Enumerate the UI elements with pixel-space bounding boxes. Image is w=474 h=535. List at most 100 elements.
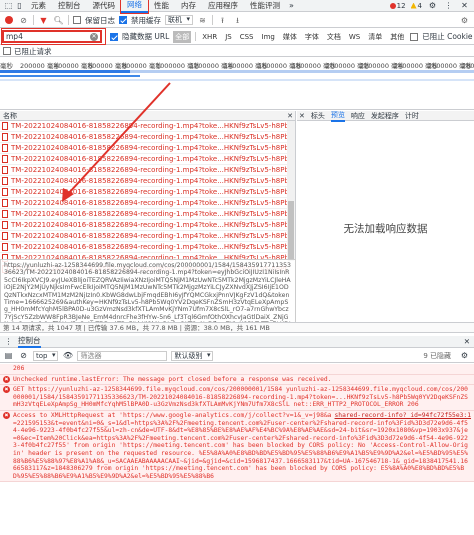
request-name: TM-20221024084016-81858226894-recording-… xyxy=(11,243,295,251)
request-row[interactable]: TM-20221024084016-81858226894-recording-… xyxy=(0,165,295,176)
tab-timing[interactable]: 计时 xyxy=(405,111,419,121)
throttling-select[interactable]: 联机 xyxy=(165,15,193,25)
network-status-bar: 第 14 项请求，共 1047 项 | 已传输 37.6 MB，共 77.8 M… xyxy=(0,322,474,333)
chip-doc[interactable]: 文档 xyxy=(325,31,343,43)
name-column-header[interactable]: 名称 xyxy=(3,111,17,120)
device-toolbar-icon[interactable]: ▯ xyxy=(14,0,25,11)
message-text: Unchecked runtime.lastError: The message… xyxy=(13,375,332,383)
file-icon xyxy=(2,232,8,240)
chip-img[interactable]: Img xyxy=(260,32,277,42)
console-filter-input[interactable]: 筛选器 xyxy=(77,350,168,361)
warning-count-badge[interactable]: 4 xyxy=(410,2,422,10)
more-tabs-icon[interactable]: » xyxy=(286,0,297,11)
request-rows: TM-20221024084016-81858226894-recording-… xyxy=(0,121,295,275)
timeline-tick-label: 毫秒 xyxy=(0,62,13,70)
request-row[interactable]: TM-20221024084016-81858226894-recording-… xyxy=(0,154,295,165)
invert-checkbox[interactable] xyxy=(110,32,118,41)
wifi-icon[interactable]: ≋ xyxy=(197,15,208,26)
context-select[interactable]: top xyxy=(33,350,59,361)
request-row[interactable]: TM-20221024084016-81858226894-recording-… xyxy=(0,121,295,132)
chip-all[interactable]: 全部 xyxy=(173,30,192,43)
clear-console-icon[interactable]: ⊘ xyxy=(18,350,29,361)
settings-gear-icon[interactable]: ⚙ xyxy=(427,0,438,11)
timeline-bar xyxy=(0,79,474,81)
clear-filter-icon[interactable]: ✕ xyxy=(90,32,98,41)
chip-manifest[interactable]: 清单 xyxy=(366,31,384,43)
tab-memory[interactable]: 内存 xyxy=(175,0,202,12)
tab-response[interactable]: 响应 xyxy=(351,111,365,121)
tab-console[interactable]: 控制台 xyxy=(52,0,87,12)
message-text: Access to XMLHttpRequest at 'https://www… xyxy=(13,411,468,480)
request-row[interactable]: TM-20221024084016-81858226894-recording-… xyxy=(0,176,295,187)
preserve-log-checkbox[interactable] xyxy=(73,16,81,24)
tab-preview[interactable]: 预览 xyxy=(330,110,345,122)
disable-cache-checkbox[interactable] xyxy=(119,16,127,24)
tab-headers[interactable]: 标头 xyxy=(311,111,325,121)
record-icon[interactable] xyxy=(3,15,14,26)
request-row[interactable]: TM-20221024084016-81858226894-recording-… xyxy=(0,231,295,242)
request-list-header: 名称 ✕ xyxy=(0,111,295,121)
tab-network[interactable]: 网络 xyxy=(120,0,149,14)
inspect-element-icon[interactable]: ⬚ xyxy=(3,0,14,11)
request-row[interactable]: TM-20221024084016-81858226894-recording-… xyxy=(0,143,295,154)
chip-media[interactable]: 媒体 xyxy=(281,31,299,43)
error-icon xyxy=(389,2,396,9)
warning-icon xyxy=(410,2,417,9)
console-sidebar-icon[interactable]: ▤ xyxy=(3,350,14,361)
file-icon xyxy=(2,166,8,174)
blocked-requests-checkbox[interactable] xyxy=(3,47,11,55)
error-count-badge[interactable]: 12 xyxy=(389,2,406,10)
blocked-requests-row: 已阻止请求 xyxy=(0,46,474,57)
clear-icon[interactable]: ⊘ xyxy=(18,15,29,26)
filter-input[interactable]: mp4 ✕ xyxy=(2,30,102,43)
tab-application[interactable]: 应用程序 xyxy=(202,0,244,12)
request-name: TM-20221024084016-81858226894-recording-… xyxy=(11,188,295,196)
network-settings-icon[interactable]: ⚙ xyxy=(459,15,470,26)
chip-ws[interactable]: WS xyxy=(347,32,362,42)
timeline-bar xyxy=(0,70,474,73)
detail-tabs: ✕ 标头 预览 响应 发起程序 计时 xyxy=(297,110,474,122)
timeline-bar xyxy=(0,75,140,77)
chip-css[interactable]: CSS xyxy=(238,32,256,42)
timeline-overview[interactable]: 毫秒 200000 毫秒 400000 毫秒 600000 毫秒 800000 毫秒 10… xyxy=(0,58,474,110)
chip-font[interactable]: 字体 xyxy=(303,31,321,43)
message-source-link[interactable]: shared-record-info?_id=94fc72f55e3:1 xyxy=(335,412,471,420)
console-settings-icon[interactable]: ⚙ xyxy=(459,350,470,361)
close-devtools-icon[interactable]: ✕ xyxy=(459,0,470,11)
log-levels-select[interactable]: 默认级别 xyxy=(171,350,214,361)
hidden-issues-count[interactable]: 9 已隐藏 xyxy=(423,351,451,361)
tab-lighthouse[interactable]: 性能评测 xyxy=(244,0,286,12)
request-row[interactable]: TM-20221024084016-81858226894-recording-… xyxy=(0,242,295,253)
tab-elements[interactable]: 元素 xyxy=(25,0,52,12)
close-details-icon[interactable]: ✕ xyxy=(287,111,293,120)
close-detail-icon[interactable]: ✕ xyxy=(299,112,305,120)
search-icon[interactable]: 🔍︎ xyxy=(53,15,64,26)
drawer-tab-console[interactable]: 控制台 xyxy=(18,335,41,348)
request-row[interactable]: TM-20221024084016-81858226894-recording-… xyxy=(0,187,295,198)
request-row[interactable]: TM-20221024084016-81858226894-recording-… xyxy=(0,132,295,143)
more-options-icon[interactable]: ⋮ xyxy=(443,0,454,11)
request-detail-pane: ✕ 标头 预览 响应 发起程序 计时 无法加载响应数据 xyxy=(297,111,474,322)
chip-other[interactable]: 其他 xyxy=(388,31,406,43)
tab-initiator[interactable]: 发起程序 xyxy=(371,111,399,121)
request-name: TM-20221024084016-81858226894-recording-… xyxy=(11,199,295,207)
request-row[interactable]: TM-20221024084016-81858226894-recording-… xyxy=(0,198,295,209)
tab-performance[interactable]: 性能 xyxy=(148,0,175,12)
request-row[interactable]: TM-20221024084016-81858226894-recording-… xyxy=(0,220,295,231)
close-drawer-icon[interactable]: ✕ xyxy=(464,337,470,346)
tab-sources[interactable]: 源代码 xyxy=(87,0,122,12)
chip-xhr[interactable]: XHR xyxy=(200,32,219,42)
disable-cache-label: 禁用缓存 xyxy=(131,15,161,25)
import-har-icon[interactable]: ⭱ xyxy=(217,15,228,26)
export-har-icon[interactable]: ⭳ xyxy=(232,15,243,26)
filter-icon[interactable]: ▼ xyxy=(38,15,49,26)
blocked-cookies-checkbox[interactable] xyxy=(410,32,419,41)
console-error-message: Unchecked runtime.lastError: The message… xyxy=(0,374,474,386)
no-response-message: 无法加载响应数据 xyxy=(343,223,428,235)
file-icon xyxy=(2,155,8,163)
eye-icon[interactable]: 👁︎ xyxy=(62,350,73,361)
scrollbar-thumb[interactable] xyxy=(288,201,294,261)
drawer-menu-icon[interactable]: ⋮ xyxy=(3,336,14,347)
request-row[interactable]: TM-20221024084016-81858226894-recording-… xyxy=(0,209,295,220)
chip-js[interactable]: JS xyxy=(223,32,234,42)
